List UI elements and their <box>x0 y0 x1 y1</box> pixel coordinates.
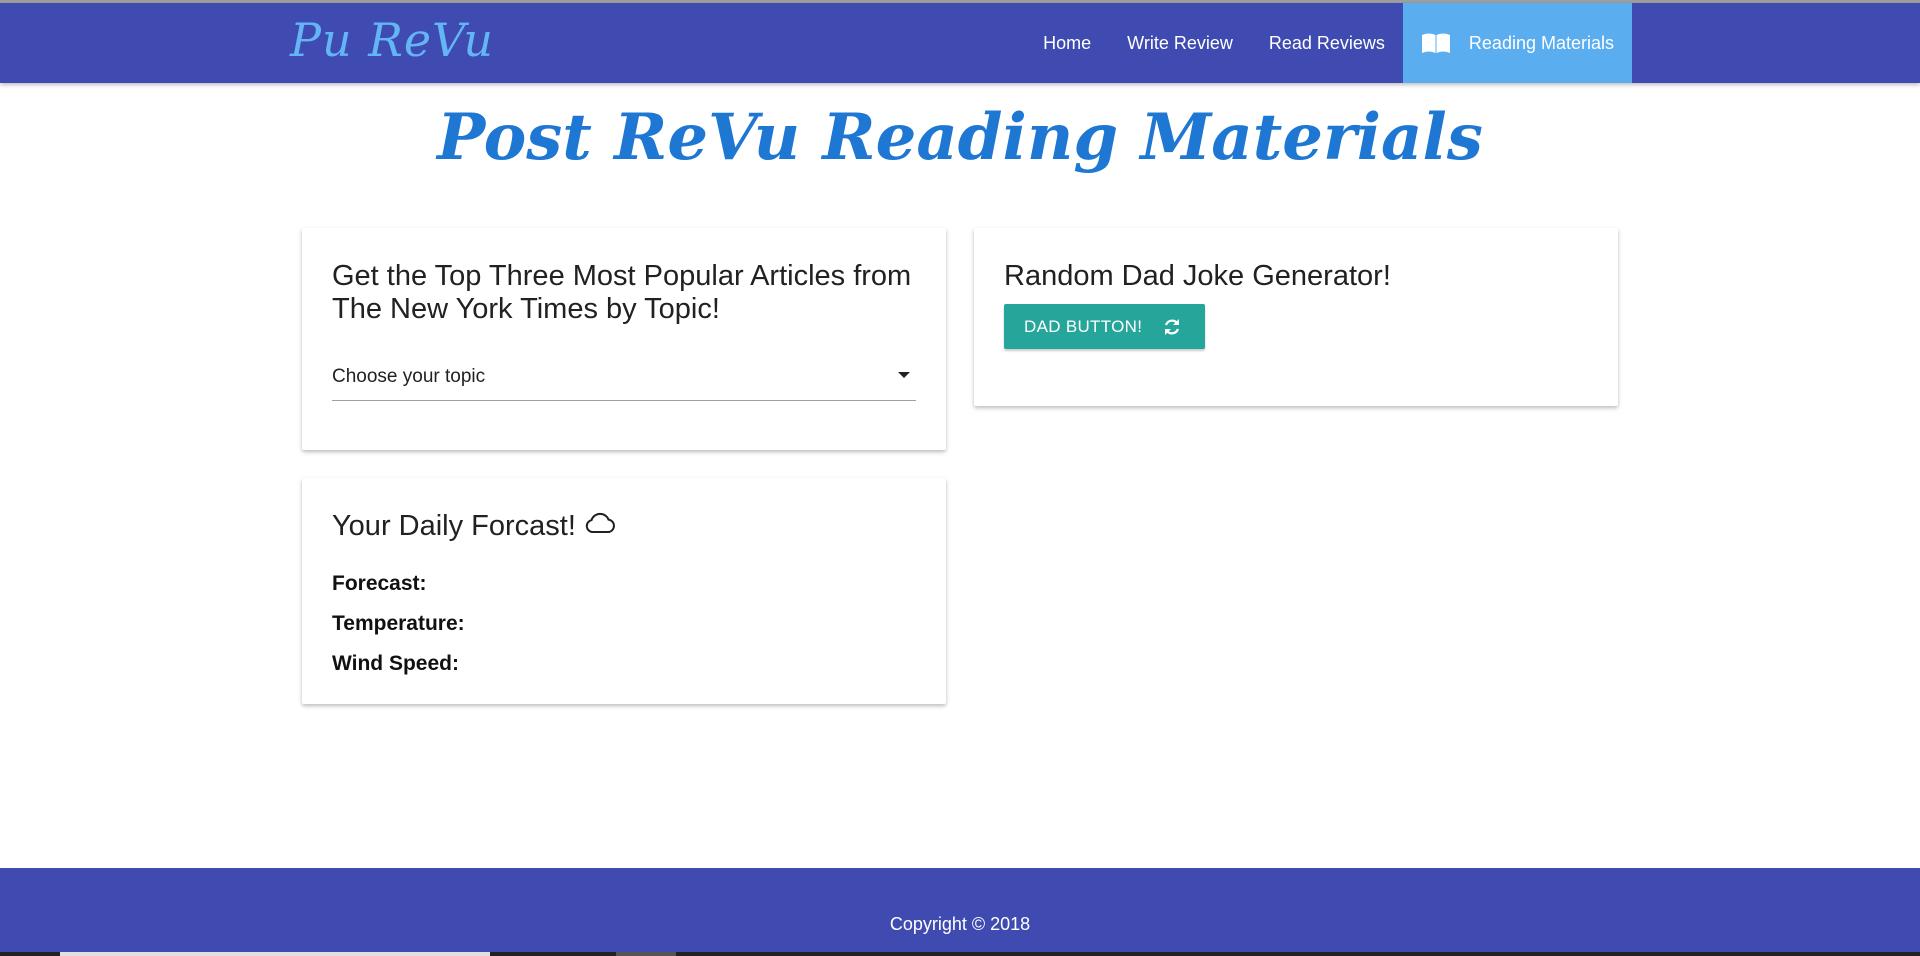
page-title: Post ReVu Reading Materials <box>437 100 1483 175</box>
topic-select-value: Choose your topic <box>332 366 486 387</box>
weather-card: Your Daily Forcast! Forecast: Temperatur… <box>302 478 946 704</box>
taskbar-segment <box>616 952 676 956</box>
cloud-icon <box>584 512 616 534</box>
chevron-down-icon <box>898 372 910 378</box>
nav-home[interactable]: Home <box>1025 3 1109 83</box>
weather-card-title: Your Daily Forcast! <box>332 510 616 543</box>
taskbar-segment <box>60 952 490 956</box>
nyt-articles-card: Get the Top Three Most Popular Articles … <box>302 228 946 450</box>
copyright-text: Copyright © 2018 <box>889 914 1031 934</box>
nav-reading-materials-label: Reading Materials <box>1468 32 1614 53</box>
nav-write-review-label: Write Review <box>1127 32 1233 53</box>
dad-joke-card: Random Dad Joke Generator! DAD BUTTON! <box>974 228 1618 406</box>
book-icon <box>1421 32 1451 54</box>
nav-read-reviews[interactable]: Read Reviews <box>1251 3 1403 83</box>
nav-home-label: Home <box>1043 32 1092 53</box>
page-footer: Copyright © 2018 <box>0 868 1920 956</box>
top-navbar: Pu ReVu Home Write Review Read Reviews R… <box>0 3 1920 83</box>
topic-select[interactable]: Choose your topic <box>332 356 916 401</box>
dad-joke-card-title: Random Dad Joke Generator! <box>1004 260 1391 292</box>
dad-joke-button-label: DAD BUTTON! <box>1024 316 1143 336</box>
wind-speed-label: Wind Speed: <box>332 652 459 675</box>
refresh-icon <box>1162 317 1182 337</box>
weather-card-title-text: Your Daily Forcast! <box>332 510 576 542</box>
temperature-label: Temperature: <box>332 612 465 635</box>
nyt-card-title: Get the Top Three Most Popular Articles … <box>332 260 912 325</box>
nav-write-review[interactable]: Write Review <box>1109 3 1251 83</box>
nav-reading-materials[interactable]: Reading Materials <box>1402 3 1632 83</box>
taskbar-strip <box>0 952 1920 956</box>
forecast-label: Forecast: <box>332 572 427 595</box>
nav-links: Home Write Review Read Reviews Reading M… <box>1025 3 1632 83</box>
brand-logo[interactable]: Pu ReVu <box>290 13 494 67</box>
dad-joke-button[interactable]: DAD BUTTON! <box>1004 304 1205 349</box>
nav-read-reviews-label: Read Reviews <box>1268 32 1385 53</box>
